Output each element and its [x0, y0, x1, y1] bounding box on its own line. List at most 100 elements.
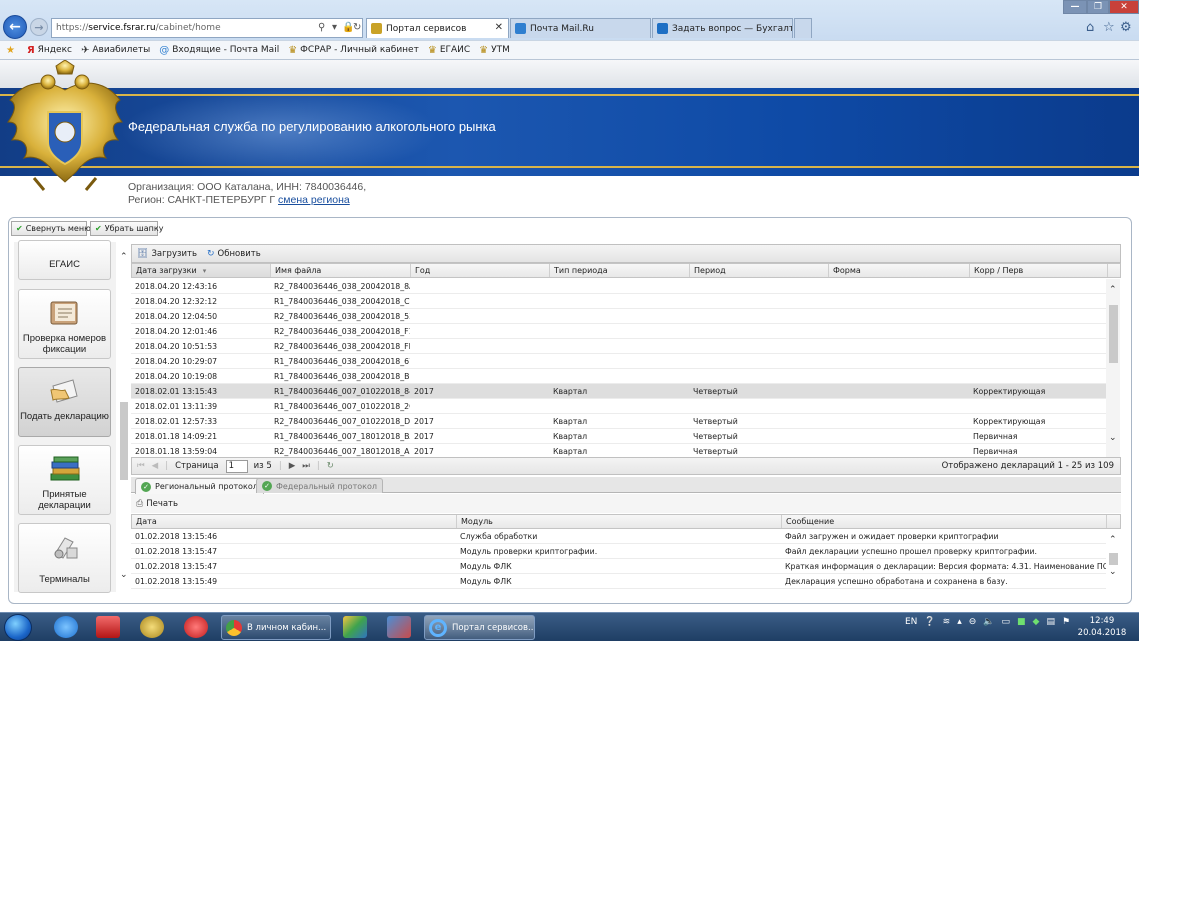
- app-red-icon[interactable]: [96, 616, 120, 638]
- refresh-button[interactable]: ↻ Обновить: [207, 249, 261, 259]
- column-date[interactable]: Дата: [132, 515, 457, 528]
- language-indicator[interactable]: EN: [905, 617, 917, 627]
- maximize-button[interactable]: ❐: [1087, 0, 1109, 14]
- clock[interactable]: 12:49 20.04.2018: [1075, 615, 1129, 639]
- tab-mail[interactable]: Почта Mail.Ru: [510, 18, 651, 38]
- column-upload-date[interactable]: Дата загрузки ▾: [132, 264, 271, 277]
- table-row[interactable]: 01.02.2018 13:15:46 Служба обработки Файл …: [131, 529, 1106, 544]
- column-form[interactable]: Форма: [829, 264, 970, 277]
- tab-question[interactable]: Задать вопрос — Бухгалтери...: [652, 18, 793, 38]
- table-row[interactable]: 2018.04.20 10:29:07 R1_7840036446_038_200…: [131, 354, 1106, 369]
- sidebar-item-terminals[interactable]: Терминалы: [18, 523, 111, 593]
- column-file-name[interactable]: Имя файла: [271, 264, 411, 277]
- tab-federal-protocol[interactable]: ✓ Федеральный протокол: [256, 478, 383, 493]
- table-row[interactable]: 2018.02.01 12:57:33 R2_7840036446_007_010…: [131, 414, 1106, 429]
- change-region-link[interactable]: смена региона: [278, 194, 350, 206]
- battery-icon[interactable]: ▭: [1001, 617, 1010, 627]
- scroll-thumb[interactable]: [120, 402, 128, 480]
- teamviewer-icon[interactable]: [54, 616, 78, 638]
- next-page-icon[interactable]: ▶: [289, 461, 296, 471]
- table-row[interactable]: 2018.04.20 12:43:16 R2_7840036446_038_200…: [131, 279, 1106, 294]
- utm-status-icon[interactable]: ■: [1017, 617, 1026, 627]
- display-icon[interactable]: ▤: [1046, 617, 1055, 627]
- table-row[interactable]: 2018.04.20 10:51:53 R2_7840036446_038_200…: [131, 339, 1106, 354]
- first-page-icon[interactable]: ⏮: [137, 461, 145, 471]
- collapse-menu-button[interactable]: ✔ Свернуть меню: [11, 221, 91, 236]
- show-hidden-icons-icon[interactable]: ▴: [957, 617, 962, 627]
- dropdown-icon[interactable]: ▾: [332, 22, 337, 33]
- table-row[interactable]: 2018.04.20 10:19:08 R1_7840036446_038_200…: [131, 369, 1106, 384]
- column-year[interactable]: Год: [411, 264, 550, 277]
- favorites-star-icon[interactable]: ☆: [1103, 20, 1115, 35]
- table-row[interactable]: 2018.02.01 13:11:39 R1_7840036446_007_010…: [131, 399, 1106, 414]
- table-row[interactable]: 01.02.2018 13:15:49 Модуль ФЛК Декларация …: [131, 574, 1106, 589]
- table-row[interactable]: 2018.01.18 14:09:21 R1_7840036446_007_180…: [131, 429, 1106, 444]
- app-circle-icon[interactable]: [184, 616, 208, 638]
- refresh-page-icon[interactable]: ↻: [353, 22, 361, 33]
- home-icon[interactable]: ⌂: [1086, 20, 1094, 35]
- volume-icon[interactable]: 🔈: [983, 617, 994, 627]
- sidebar-scrollbar[interactable]: ⌃ ⌄: [117, 244, 131, 594]
- hide-header-button[interactable]: ✔ Убрать шапку: [90, 221, 163, 236]
- favorite-aviabilety[interactable]: ✈ Авиабилеты: [81, 45, 150, 56]
- sidebar-item-fixation-check[interactable]: Проверка номеров фиксации: [18, 289, 111, 359]
- close-window-button[interactable]: ✕: [1109, 0, 1139, 14]
- start-button[interactable]: [4, 614, 32, 641]
- help-icon[interactable]: ❔: [924, 617, 935, 627]
- forward-button[interactable]: →: [30, 18, 48, 36]
- sidebar-item-submit-declaration[interactable]: Подать декларацию: [18, 367, 111, 437]
- sidebar-item-egais[interactable]: ЕГАИС: [18, 240, 111, 280]
- favorite-fsrar[interactable]: ♛ ФСРАР - Личный кабинет: [288, 45, 419, 56]
- favorite-egais[interactable]: ♛ ЕГАИС: [428, 45, 470, 56]
- tab-regional-protocol[interactable]: ✓ Региональный протокол: [135, 478, 264, 494]
- minus-circle-icon[interactable]: ⊖: [969, 617, 977, 627]
- task-chrome[interactable]: В личном кабин...: [221, 615, 331, 640]
- app-status-icon[interactable]: ◆: [1033, 617, 1040, 627]
- chevron-up-icon[interactable]: ⌃: [120, 252, 128, 262]
- upload-button[interactable]: 🗄 Загрузить: [137, 249, 197, 259]
- table-row[interactable]: 2018.01.18 13:59:04 R2_7840036446_007_180…: [131, 444, 1106, 457]
- column-period[interactable]: Период: [690, 264, 829, 277]
- chevron-up-icon[interactable]: ⌃: [1109, 285, 1117, 295]
- page-number-input[interactable]: 1: [225, 459, 248, 473]
- app-blocks-icon[interactable]: [343, 616, 367, 638]
- favorite-utm[interactable]: ♛ УТМ: [479, 45, 510, 56]
- protocol-scrollbar[interactable]: ⌃ ⌄: [1106, 529, 1120, 589]
- table-row[interactable]: 2018.02.01 13:15:43 R1_7840036446_007_010…: [131, 384, 1106, 399]
- column-message[interactable]: Сообщение: [782, 515, 1107, 528]
- prev-page-icon[interactable]: ◀: [152, 461, 159, 471]
- refresh-icon[interactable]: ↻: [327, 461, 334, 471]
- gear-icon[interactable]: ⚙: [1120, 20, 1132, 35]
- emblem-icon[interactable]: [140, 616, 164, 638]
- table-row[interactable]: 01.02.2018 13:15:47 Модуль ФЛК Краткая инф…: [131, 559, 1106, 574]
- chevron-up-icon[interactable]: ⌃: [1109, 535, 1117, 545]
- tab-portal[interactable]: Портал сервисов ✕: [366, 18, 509, 38]
- table-row[interactable]: 2018.04.20 12:04:50 R2_7840036446_038_200…: [131, 309, 1106, 324]
- flag-icon[interactable]: ⚑: [1062, 617, 1070, 627]
- column-corr-prim[interactable]: Корр / Перв: [970, 264, 1108, 277]
- back-button[interactable]: ←: [3, 15, 27, 39]
- favorite-yandex[interactable]: Я Яндекс: [27, 45, 72, 56]
- chevron-down-icon[interactable]: ⌄: [1109, 433, 1117, 443]
- scroll-thumb[interactable]: [1109, 553, 1118, 565]
- table-row[interactable]: 2018.04.20 12:32:12 R1_7840036446_038_200…: [131, 294, 1106, 309]
- table-row[interactable]: 2018.04.20 12:01:46 R2_7840036446_038_200…: [131, 324, 1106, 339]
- chevron-down-icon[interactable]: ⌄: [120, 570, 128, 580]
- address-bar[interactable]: https://service.fsrar.ru/cabinet/home ⚲ …: [51, 18, 363, 38]
- minimize-button[interactable]: —: [1063, 0, 1087, 14]
- grid-scrollbar[interactable]: ⌃ ⌄: [1106, 279, 1120, 457]
- app-tools-icon[interactable]: [387, 616, 411, 638]
- table-row[interactable]: 01.02.2018 13:15:47 Модуль проверки крипт…: [131, 544, 1106, 559]
- last-page-icon[interactable]: ⏭: [302, 461, 310, 471]
- favorite-mail[interactable]: @ Входящие - Почта Mail: [159, 45, 279, 56]
- new-tab-button[interactable]: [794, 18, 812, 38]
- search-icon[interactable]: ⚲: [318, 22, 325, 33]
- network-icon[interactable]: ≋: [943, 617, 951, 627]
- scroll-thumb[interactable]: [1109, 305, 1118, 363]
- close-tab-icon[interactable]: ✕: [495, 22, 503, 33]
- chevron-down-icon[interactable]: ⌄: [1109, 567, 1117, 577]
- print-button[interactable]: ⎙ Печать: [136, 499, 178, 509]
- task-ie[interactable]: e Портал сервисов...: [424, 615, 535, 640]
- favorite-add[interactable]: ★: [6, 45, 18, 56]
- column-period-type[interactable]: Тип периода: [550, 264, 690, 277]
